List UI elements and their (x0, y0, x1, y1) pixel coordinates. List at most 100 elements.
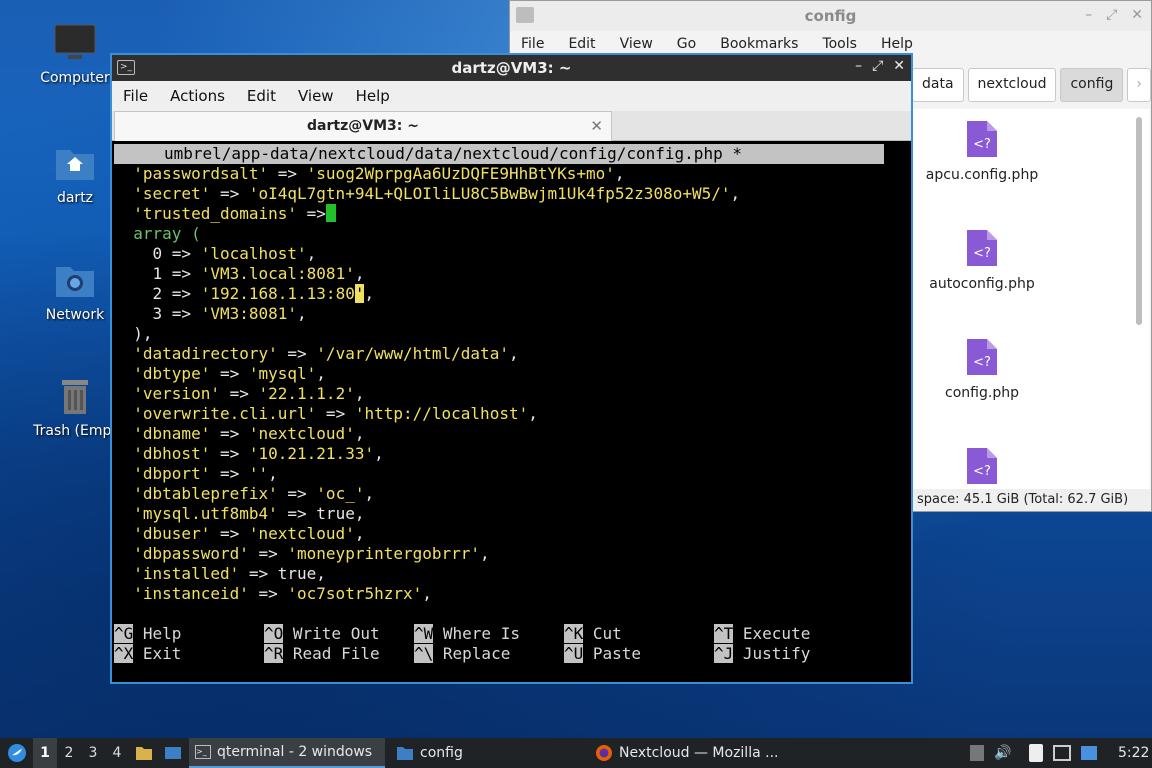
desktop-icon-home[interactable]: dartz (27, 142, 123, 206)
terminal-window: >_ dartz@VM3: ~ – ⤢ ✕ File Actions Edit … (110, 53, 913, 684)
upload-icon[interactable] (970, 745, 984, 761)
shortcut-exit: ^X Exit (114, 644, 182, 663)
file-list-scrollbar[interactable] (1136, 117, 1142, 325)
tab-title: dartz@VM3: ~ (307, 118, 419, 134)
shortcut-where-is: ^W Where Is (414, 624, 520, 643)
desktop-icon-label: dartz (56, 190, 94, 206)
file-list-pane: <? apcu.config.php <? autoconfig.php <? … (913, 109, 1150, 489)
clock[interactable]: 5:22 (1118, 738, 1149, 768)
code-line: 'trusted_domains' => (114, 204, 909, 224)
svg-text:<?: <? (973, 355, 991, 370)
minimize-icon[interactable]: – (855, 58, 862, 74)
svg-text:<?: <? (973, 246, 991, 261)
terminal-menubar: File Actions Edit View Help (112, 81, 911, 111)
desktop-icon (165, 747, 181, 759)
clipboard-icon[interactable] (1029, 744, 1044, 762)
file-item[interactable]: <? config.php (917, 337, 1047, 401)
desktop-icon-label: Computer (40, 70, 110, 86)
task-label: config (420, 745, 463, 761)
file-item[interactable]: <? apcu.config.php (917, 119, 1047, 183)
menu-actions[interactable]: Actions (159, 87, 236, 105)
trash-icon (62, 380, 88, 414)
shortcut-cut: ^K Cut (564, 624, 622, 643)
code-line: 1 => 'VM3.local:8081', (114, 264, 365, 283)
menu-edit[interactable]: Edit (568, 36, 595, 52)
maximize-icon[interactable]: ⤢ (872, 58, 883, 74)
breadcrumb: data nextcloud config › (912, 68, 1151, 102)
task-qterminal[interactable]: >_ qterminal - 2 windows (189, 738, 385, 768)
php-file-icon: <? (967, 230, 997, 266)
minimize-icon[interactable]: – (1085, 7, 1092, 23)
shortcut-write-out: ^O Write Out (264, 624, 380, 643)
shortcut-read-file: ^R Read File (264, 644, 380, 663)
firefox-icon (596, 745, 612, 761)
show-desktop-button[interactable] (162, 738, 184, 768)
code-line: 'dbname' => 'nextcloud', (114, 424, 365, 443)
taskbar: 1 2 3 4 >_ qterminal - 2 windows config … (0, 738, 1152, 768)
terminal-title: dartz@VM3: ~ (451, 59, 572, 77)
maximize-icon[interactable]: ⤢ (1106, 7, 1117, 23)
close-icon[interactable]: ✕ (1131, 7, 1143, 23)
code-line: 3 => 'VM3:8081', (114, 304, 307, 323)
menu-view[interactable]: View (287, 87, 345, 105)
terminal-tab[interactable]: dartz@VM3: ~ ✕ (114, 111, 612, 141)
shortcut-justify: ^J Justify (714, 644, 811, 663)
desktop-icon-label: Network (45, 307, 105, 323)
volume-icon[interactable]: 🔊 (994, 745, 1011, 761)
shortcut-help: ^G Help (114, 624, 182, 643)
desktop-icon-network[interactable]: Network (27, 259, 123, 323)
nano-editor[interactable]: umbrel/app-data/nextcloud/data/nextcloud… (114, 144, 909, 681)
close-icon[interactable]: ✕ (893, 58, 905, 74)
network-folder-icon (56, 267, 94, 297)
code-line: 'overwrite.cli.url' => 'http://localhost… (114, 404, 538, 423)
breadcrumb-nextcloud[interactable]: nextcloud (967, 68, 1057, 102)
menu-file[interactable]: File (112, 87, 159, 105)
workspace-4[interactable]: 4 (105, 738, 129, 768)
terminal-titlebar[interactable]: >_ dartz@VM3: ~ – ⤢ ✕ (112, 55, 911, 81)
menu-file[interactable]: File (521, 36, 544, 52)
file-manager-titlebar[interactable]: config – ⤢ ✕ (510, 1, 1151, 31)
notification-icon[interactable] (1081, 746, 1098, 760)
close-tab-icon[interactable]: ✕ (590, 112, 603, 140)
shortcut-paste: ^U Paste (564, 644, 642, 663)
code-line: 'dbtableprefix' => 'oc_', (114, 484, 375, 503)
breadcrumb-data[interactable]: data (912, 68, 964, 102)
code-line: 'dbuser' => 'nextcloud', (114, 524, 365, 543)
shortcut-execute: ^T Execute (714, 624, 811, 643)
network-icon[interactable] (1053, 745, 1072, 761)
menu-help[interactable]: Help (881, 36, 913, 52)
shortcut-replace: ^\ Replace (414, 644, 511, 663)
file-item[interactable]: <? autoconfig.php (917, 228, 1047, 292)
chevron-right-icon[interactable]: › (1127, 68, 1151, 102)
task-firefox[interactable]: Nextcloud — Mozilla ... (589, 738, 789, 768)
app-menu-icon (8, 744, 26, 762)
code-line: 'version' => '22.1.1.2', (114, 384, 365, 403)
menu-tools[interactable]: Tools (822, 36, 857, 52)
file-manager-launcher[interactable] (134, 738, 154, 768)
menu-help[interactable]: Help (345, 87, 401, 105)
start-menu-button[interactable] (4, 738, 30, 768)
menu-bookmarks[interactable]: Bookmarks (720, 36, 798, 52)
menu-edit[interactable]: Edit (236, 87, 287, 105)
desktop-icon-computer[interactable]: Computer (27, 22, 123, 86)
file-manager-title: config (804, 7, 857, 25)
task-config[interactable]: config (390, 738, 580, 768)
file-item[interactable]: <? (917, 446, 1047, 486)
code-line: 'passwordsalt' => 'suog2WprpgAa6UzDQFE9H… (114, 164, 625, 183)
svg-text:<?: <? (973, 464, 991, 479)
php-file-icon: <? (967, 121, 997, 157)
computer-icon (54, 24, 96, 59)
breadcrumb-config[interactable]: config (1060, 68, 1124, 102)
code-line: 2 => '192.168.1.13:80', (114, 284, 375, 303)
file-name: apcu.config.php (925, 167, 1039, 183)
workspace-3[interactable]: 3 (81, 738, 105, 768)
workspace-2[interactable]: 2 (57, 738, 81, 768)
menu-view[interactable]: View (620, 36, 653, 52)
php-file-icon: <? (967, 339, 997, 375)
terminal-tabbar: dartz@VM3: ~ ✕ (112, 111, 911, 141)
workspace-1[interactable]: 1 (33, 738, 57, 768)
menu-go[interactable]: Go (677, 36, 696, 52)
code-line: 'datadirectory' => '/var/www/html/data', (114, 344, 519, 363)
desktop-icon-trash[interactable]: Trash (Empt (27, 375, 123, 439)
desktop-icon-label: Trash (Empt (33, 423, 117, 439)
